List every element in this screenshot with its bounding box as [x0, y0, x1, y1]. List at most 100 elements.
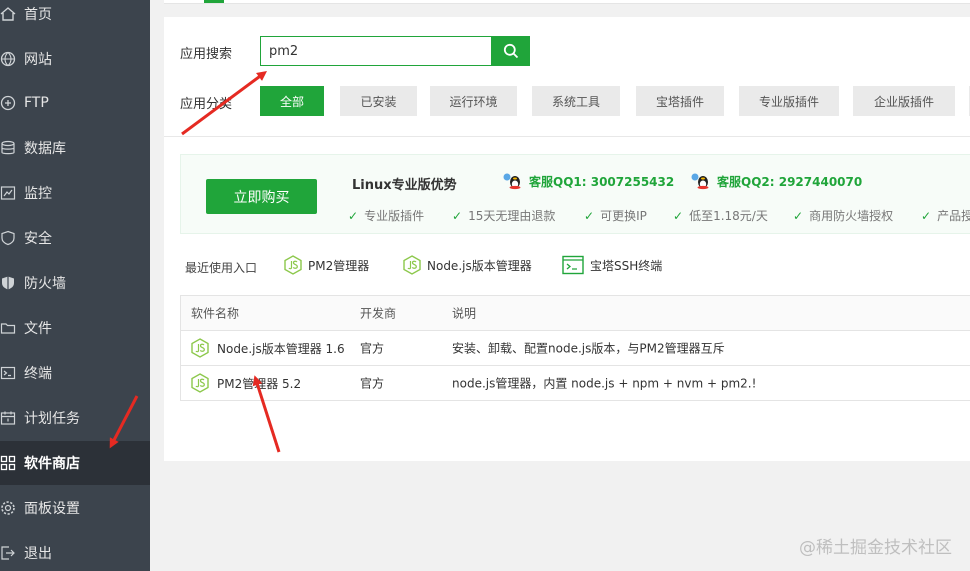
nodejs-icon	[191, 373, 209, 393]
software-vendor: 官方	[360, 376, 385, 391]
category-all[interactable]: 全部	[260, 86, 324, 116]
search-label: 应用搜索	[180, 47, 233, 62]
category-enterprise-plugins[interactable]: 企业版插件	[853, 86, 955, 116]
column-header-description[interactable]: 说明	[452, 305, 476, 322]
nodejs-icon	[191, 338, 209, 358]
sidebar-item-label: 软件商店	[24, 456, 80, 472]
recent-nodejs-manager[interactable]: Node.js版本管理器	[403, 255, 532, 275]
sidebar-item-files[interactable]: 文件	[0, 306, 150, 350]
software-description: 安装、卸载、配置node.js版本，与PM2管理器互斥	[452, 341, 725, 356]
software-table: 软件名称 开发商 说明 Node.js版本管理器 1.6 官方 安装、卸载、配置…	[180, 295, 970, 401]
buy-now-button[interactable]: 立即购买	[206, 179, 317, 214]
feature-label: 15天无理由退款	[468, 209, 556, 223]
sidebar-item-label: 面板设置	[24, 501, 80, 517]
check-icon: ✓	[921, 208, 932, 223]
sidebar-item-label: FTP	[24, 95, 49, 111]
qq-support-1[interactable]: 客服QQ1: 3007255432	[501, 172, 674, 190]
category-system-tools[interactable]: 系统工具	[532, 86, 620, 116]
check-icon: ✓	[348, 208, 359, 223]
qq-support-label: 客服QQ2: 2927440070	[717, 174, 863, 189]
feature-item: ✓ 商用防火墙授权	[793, 207, 893, 224]
feature-label: 商用防火墙授权	[809, 209, 894, 223]
grid-icon	[0, 455, 16, 471]
feature-item: ✓ 可更换IP	[584, 207, 647, 224]
sidebar-item-label: 终端	[24, 366, 52, 382]
recent-pm2[interactable]: PM2管理器	[284, 255, 369, 275]
sidebar-item-home[interactable]: 首页	[0, 0, 150, 36]
sidebar-item-label: 数据库	[24, 141, 66, 157]
sidebar-item-label: 退出	[24, 546, 52, 562]
table-row[interactable]: Node.js版本管理器 1.6 官方 安装、卸载、配置node.js版本，与P…	[181, 330, 970, 365]
feature-item: ✓ 低至1.18元/天	[673, 207, 768, 224]
qq-support-label: 客服QQ1: 3007255432	[529, 174, 675, 189]
terminal-icon	[562, 255, 584, 275]
check-icon: ✓	[452, 208, 463, 223]
qq-support-2[interactable]: 客服QQ2: 2927440070	[689, 172, 862, 190]
globe-icon	[0, 51, 16, 67]
qq-icon	[503, 173, 521, 190]
sidebar-item-label: 首页	[24, 7, 52, 23]
category-installed[interactable]: 已安装	[340, 86, 417, 116]
nodejs-icon	[284, 255, 302, 275]
sidebar-item-database[interactable]: 数据库	[0, 126, 150, 170]
sidebar-item-security[interactable]: 安全	[0, 216, 150, 260]
column-header-name[interactable]: 软件名称	[191, 305, 239, 322]
software-name-cell[interactable]: Node.js版本管理器 1.6	[191, 338, 345, 358]
home-icon	[0, 7, 16, 21]
sidebar-item-label: 计划任务	[24, 411, 80, 427]
ftp-icon	[0, 95, 16, 111]
sidebar-item-label: 安全	[24, 231, 52, 247]
gear-icon	[1, 501, 15, 515]
feature-item: ✓ 专业版插件	[348, 207, 424, 224]
software-name: Node.js版本管理器 1.6	[217, 341, 345, 356]
sidebar-item-logout[interactable]: 退出	[0, 531, 150, 571]
software-name-cell[interactable]: PM2管理器 5.2	[191, 373, 301, 393]
firewall-icon	[2, 276, 14, 290]
table-row[interactable]: PM2管理器 5.2 官方 node.js管理器，内置 node.js + np…	[181, 365, 970, 400]
table-header: 软件名称 开发商 说明	[181, 296, 970, 330]
sidebar-item-label: 网站	[24, 52, 52, 68]
column-header-vendor[interactable]: 开发商	[360, 305, 396, 322]
calendar-icon	[0, 411, 16, 425]
top-tab-strip	[164, 0, 970, 4]
check-icon: ✓	[673, 208, 684, 223]
sidebar-item-ftp[interactable]: FTP	[0, 81, 150, 125]
sidebar-item-label: 监控	[24, 186, 52, 202]
feature-item: ✓ 15天无理由退款	[452, 207, 555, 224]
sidebar-item-monitor[interactable]: 监控	[0, 171, 150, 215]
sidebar-item-terminal[interactable]: 终端	[0, 351, 150, 395]
check-icon: ✓	[793, 208, 804, 223]
search-button[interactable]	[491, 36, 530, 66]
software-description: node.js管理器，内置 node.js + npm + nvm + pm2.…	[452, 376, 757, 391]
software-name: PM2管理器 5.2	[217, 376, 302, 391]
sidebar-item-website[interactable]: 网站	[0, 37, 150, 81]
feature-item: ✓ 产品授	[921, 207, 970, 224]
category-label: 应用分类	[180, 97, 233, 112]
recent-ssh-terminal[interactable]: 宝塔SSH终端	[562, 255, 662, 275]
database-icon	[1, 140, 15, 155]
category-pro-plugins[interactable]: 专业版插件	[739, 86, 839, 116]
logout-icon	[1, 546, 15, 560]
search-input[interactable]	[260, 36, 492, 66]
sidebar-item-label: 防火墙	[24, 276, 66, 292]
folder-icon	[0, 323, 16, 334]
sidebar-item-software-store[interactable]: 软件商店	[0, 441, 150, 485]
category-bt-plugins[interactable]: 宝塔插件	[636, 86, 724, 116]
recent-item-label: PM2管理器	[308, 258, 370, 273]
sidebar-item-cron[interactable]: 计划任务	[0, 396, 150, 440]
feature-label: 专业版插件	[364, 209, 425, 223]
sidebar: 首页 网站 FTP 数据库 监控 安全 防火墙 文件 终端 计划任务 软件商店	[0, 0, 150, 571]
active-tab-indicator	[204, 0, 224, 3]
search-icon	[503, 43, 518, 59]
feature-label: 产品授	[937, 209, 970, 223]
shield-icon	[1, 230, 15, 246]
sidebar-item-panel-settings[interactable]: 面板设置	[0, 486, 150, 530]
nodejs-icon	[403, 255, 421, 275]
sidebar-item-firewall[interactable]: 防火墙	[0, 261, 150, 305]
promo-title: Linux专业版优势	[352, 178, 457, 193]
recent-item-label: 宝塔SSH终端	[590, 258, 663, 273]
qq-icon	[691, 173, 709, 190]
watermark: @稀土掘金技术社区	[799, 538, 952, 558]
category-runtime[interactable]: 运行环境	[430, 86, 517, 116]
sidebar-item-label: 文件	[24, 321, 52, 337]
